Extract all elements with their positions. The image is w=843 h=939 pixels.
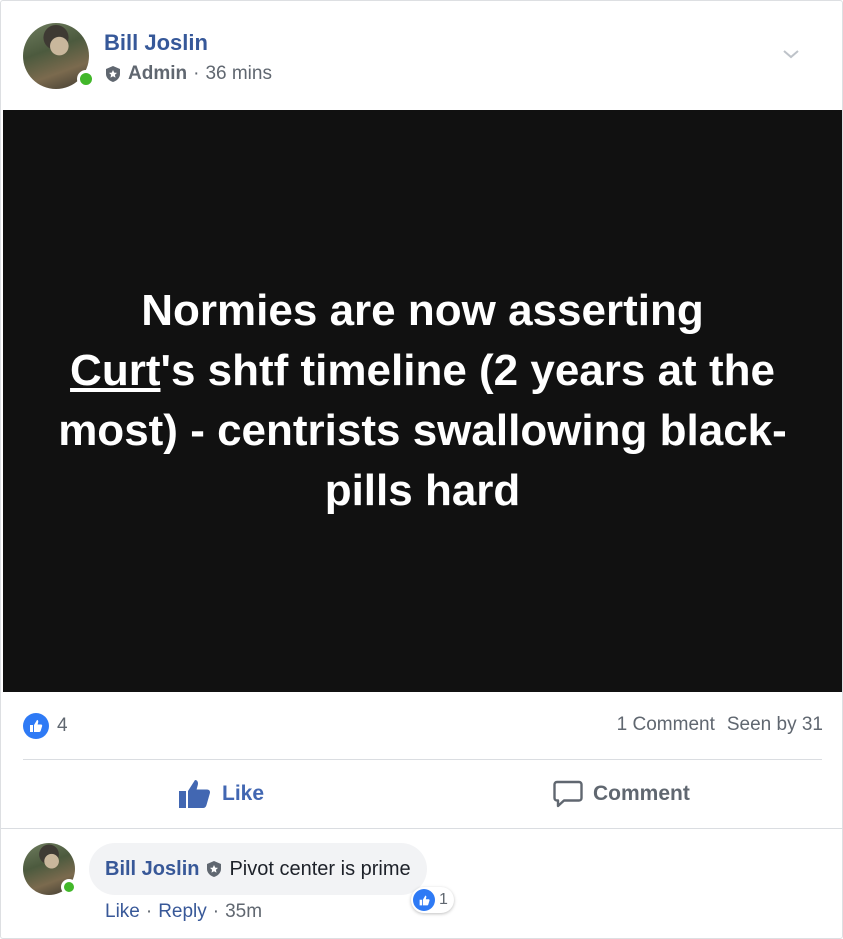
comment-like-link[interactable]: Like: [105, 901, 140, 923]
thumbs-up-icon: [179, 780, 211, 808]
post-image-text: Normies are now asserting Curt's shtf ti…: [53, 281, 793, 521]
post-header: Bill Joslin Admin · 36 mins: [23, 23, 823, 91]
speech-bubble-icon: [553, 780, 583, 808]
commenter-name[interactable]: Bill Joslin: [105, 858, 199, 881]
chevron-down-icon[interactable]: [781, 47, 801, 61]
online-status-dot: [61, 879, 77, 895]
post-text-rest: 's shtf timeline (2 years at the most) -…: [58, 346, 787, 515]
comment-count[interactable]: 1 Comment: [617, 714, 715, 736]
post-timestamp[interactable]: 36 mins: [205, 63, 272, 85]
post-meta: Admin · 36 mins: [104, 63, 272, 85]
post-text-line1: Normies are now asserting: [141, 286, 704, 335]
admin-label: Admin: [128, 63, 188, 84]
like-button[interactable]: Like: [178, 761, 264, 827]
comment-button[interactable]: Comment: [553, 761, 690, 827]
comment-reaction-count: 1: [439, 891, 448, 908]
comment-bubble: Bill Joslin Pivot center is prime: [89, 843, 427, 895]
author-name[interactable]: Bill Joslin: [104, 30, 208, 56]
comment-timestamp[interactable]: 35m: [225, 901, 262, 923]
comment-text: Pivot center is prime: [229, 857, 411, 880]
post-card: Bill Joslin Admin · 36 mins Normies are …: [0, 0, 843, 939]
thumbs-up-icon: [413, 889, 435, 911]
meta-separator: ·: [193, 63, 200, 84]
stats-right: 1 Comment Seen by 31: [617, 714, 823, 736]
comment-action-separator: ·: [212, 901, 220, 922]
shield-icon: [106, 66, 120, 82]
comment-reply-link[interactable]: Reply: [158, 901, 207, 923]
seen-by-count[interactable]: Seen by 31: [727, 714, 823, 736]
post-actions: Like Comment: [23, 761, 822, 827]
comment-action-separator: ·: [145, 901, 153, 922]
post-image[interactable]: Normies are now asserting Curt's shtf ti…: [3, 110, 842, 692]
online-status-dot: [77, 70, 95, 88]
stats-divider: [23, 759, 822, 760]
shield-icon: [207, 861, 222, 877]
comment-reaction-badge[interactable]: 1: [411, 887, 454, 913]
comment-button-label: Comment: [593, 782, 690, 805]
comment-actions: Like · Reply · 35m: [105, 901, 262, 923]
like-count[interactable]: 4: [57, 715, 68, 737]
like-button-label: Like: [222, 782, 265, 805]
actions-divider: [1, 828, 843, 829]
post-text-mention: Curt: [70, 346, 161, 395]
comment-item: Bill Joslin Pivot center is prime 1 Like…: [23, 843, 823, 933]
post-stats: 4 1 Comment Seen by 31: [23, 711, 823, 741]
thumbs-up-icon: [30, 720, 43, 732]
like-reaction-icon[interactable]: [23, 713, 49, 739]
